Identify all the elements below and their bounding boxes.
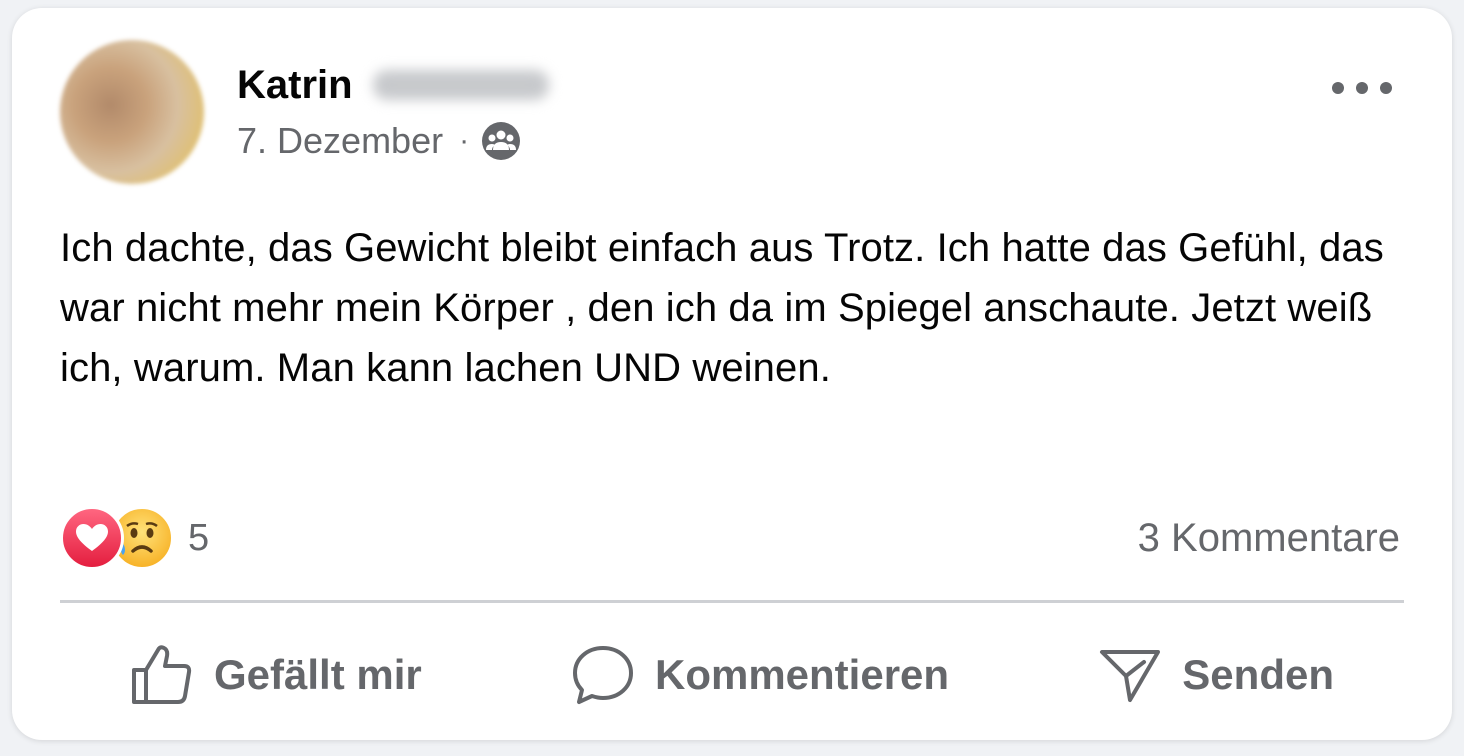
post-meta: 7. Dezember · xyxy=(237,116,521,166)
comment-button[interactable]: Kommentieren xyxy=(551,630,969,720)
like-label: Gefällt mir xyxy=(214,651,422,698)
divider xyxy=(60,600,1404,603)
thumbs-up-icon xyxy=(130,644,194,706)
author-avatar[interactable] xyxy=(60,40,204,184)
meta-separator: · xyxy=(459,124,470,157)
author-name[interactable]: Katrin xyxy=(237,63,353,108)
action-bar: Gefällt mir Kommentieren Senden xyxy=(60,620,1404,730)
reaction-count: 5 xyxy=(188,516,210,559)
author-row: Katrin xyxy=(237,60,549,110)
comments-count[interactable]: 3 Kommentare xyxy=(1138,508,1400,568)
like-button[interactable]: Gefällt mir xyxy=(110,630,442,720)
reactions-summary[interactable]: 5 xyxy=(60,506,210,570)
speech-bubble-icon xyxy=(571,644,635,706)
more-options-icon[interactable] xyxy=(1332,70,1392,106)
comment-label: Kommentieren xyxy=(654,651,950,698)
post-card: Katrin 7. Dezember · Ich dachte, das Gew… xyxy=(12,8,1452,740)
group-icon[interactable] xyxy=(481,121,521,161)
send-icon xyxy=(1098,644,1162,706)
post-date[interactable]: 7. Dezember xyxy=(237,120,443,162)
love-icon xyxy=(60,506,124,570)
send-button[interactable]: Senden xyxy=(1078,630,1354,720)
send-label: Senden xyxy=(1182,651,1334,698)
post-text: Ich dachte, das Gewicht bleibt einfach a… xyxy=(60,226,1384,390)
author-surname-redacted xyxy=(372,70,549,100)
